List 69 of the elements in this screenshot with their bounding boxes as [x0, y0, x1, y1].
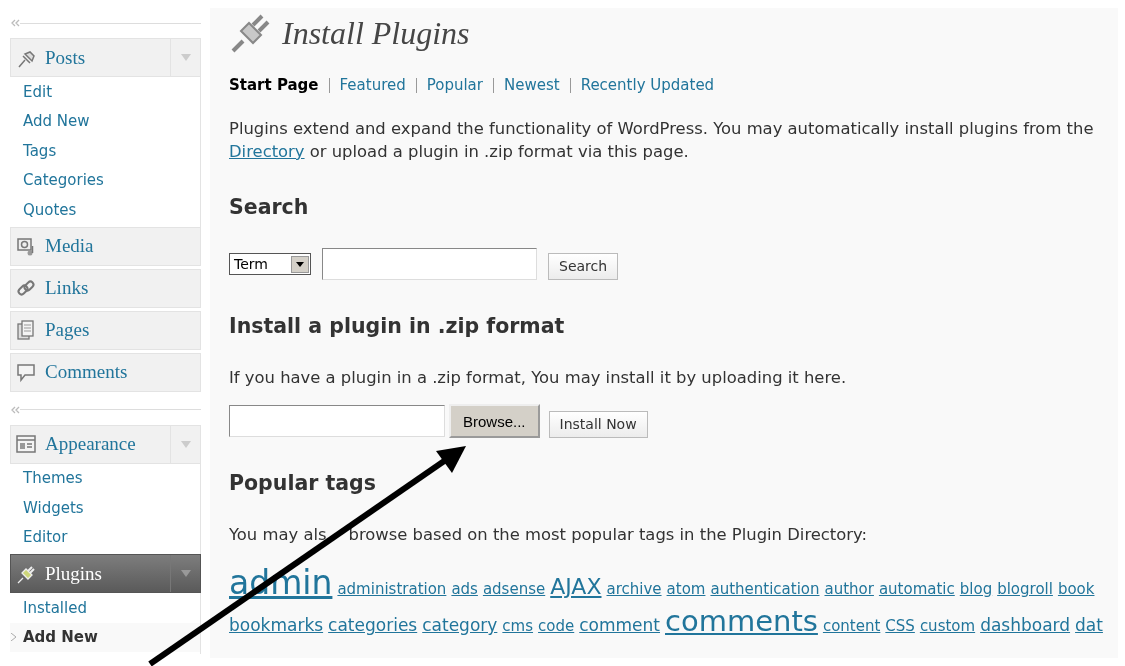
submenu-item[interactable]: Editor: [10, 522, 200, 552]
layout-icon: [15, 433, 37, 455]
menu-section[interactable]: Plugins: [10, 554, 201, 593]
dropdown-arrow-icon[interactable]: [296, 261, 304, 267]
tag-link[interactable]: categories: [328, 617, 418, 634]
search-type-dropdown[interactable]: Term: [229, 253, 311, 275]
submenu-item[interactable]: Tags: [10, 136, 200, 166]
tag-link[interactable]: AJAX: [550, 576, 602, 598]
page-title: Install Plugins: [282, 14, 470, 52]
tag-link[interactable]: archive: [606, 582, 662, 597]
install-now-button[interactable]: Install Now: [548, 410, 648, 438]
filter-tab[interactable]: Featured: [339, 76, 406, 94]
tag-link[interactable]: custom: [919, 619, 976, 634]
pages-icon: [15, 319, 37, 341]
tag-link[interactable]: cms: [502, 619, 534, 634]
upload-description: If you have a plugin in a .zip format, You may install it by uploading it here.: [229, 367, 848, 389]
menu-section[interactable]: Comments: [10, 352, 201, 392]
tag-link[interactable]: book: [1057, 582, 1095, 597]
tag-link[interactable]: blog: [959, 582, 993, 597]
filter-tab[interactable]: Popular: [426, 76, 483, 94]
menu-section[interactable]: Media: [10, 226, 201, 266]
tag-link[interactable]: author: [824, 582, 874, 597]
tag-link[interactable]: content: [822, 619, 881, 634]
tag-link[interactable]: comments: [665, 607, 818, 636]
menu-section[interactable]: Posts: [10, 38, 201, 77]
current-marker-icon: [11, 633, 16, 642]
tag-link[interactable]: bookmarks: [229, 617, 324, 634]
tag-link[interactable]: dat: [1075, 617, 1103, 634]
chain-link-icon: [15, 277, 37, 299]
tag-link[interactable]: administration: [337, 582, 447, 597]
filter-tab[interactable]: Recently Updated: [580, 76, 715, 94]
speech-bubble-icon: [15, 361, 37, 383]
menu-section[interactable]: Pages: [10, 310, 201, 350]
tag-link[interactable]: comment: [579, 617, 660, 634]
submenu-item[interactable]: Themes: [10, 463, 200, 493]
menu-section[interactable]: Links: [10, 268, 201, 308]
filter-tab[interactable]: Newest: [504, 76, 560, 94]
tags-description: browse based on the most popular tags in the Plugin Directory:: [348, 524, 868, 546]
tag-link[interactable]: ads: [451, 582, 478, 597]
tag-link[interactable]: adsense: [482, 582, 546, 597]
tag-link[interactable]: dashboard: [980, 617, 1071, 634]
submenu-item[interactable]: Widgets: [10, 493, 200, 523]
section-heading: Search: [229, 195, 310, 219]
section-heading: Install a plugin in .zip format: [229, 314, 566, 338]
search-field[interactable]: [322, 248, 537, 280]
collapse-icon[interactable]: [10, 404, 20, 415]
submenu-item[interactable]: Categories: [10, 165, 200, 195]
tag-link[interactable]: category: [422, 617, 498, 634]
tag-link[interactable]: blogroll: [997, 582, 1053, 597]
submenu-item[interactable]: Edit: [10, 77, 200, 107]
submenu-item[interactable]: Installed: [10, 593, 200, 623]
tag-link[interactable]: authentication: [710, 582, 820, 597]
tag-link[interactable]: automatic: [878, 582, 955, 597]
tags-description: You may als: [229, 524, 327, 546]
submenu-item[interactable]: Quotes: [10, 195, 200, 225]
submenu-item[interactable]: Add New: [10, 106, 200, 136]
search-button[interactable]: Search: [548, 252, 619, 280]
tag-link[interactable]: code: [538, 619, 575, 634]
intro-paragraph: Plugins extend and expand the functionality of WordPress. You may automatically install plugins from the Directory or upload a plugin in .zip format via this page.: [229, 118, 1095, 163]
filter-tab[interactable]: Start Page: [229, 76, 319, 94]
browse-button[interactable]: Browse...: [449, 404, 540, 438]
directory-link[interactable]: Directory: [229, 142, 305, 161]
tag-link[interactable]: CSS: [885, 619, 915, 634]
submenu-item[interactable]: Add New: [10, 622, 200, 652]
menu-section[interactable]: Appearance: [10, 424, 201, 464]
tag-link[interactable]: atom: [666, 582, 706, 597]
file-path-field[interactable]: [229, 405, 445, 437]
section-heading: Popular tags: [229, 471, 377, 495]
collapse-icon[interactable]: [10, 18, 20, 28]
